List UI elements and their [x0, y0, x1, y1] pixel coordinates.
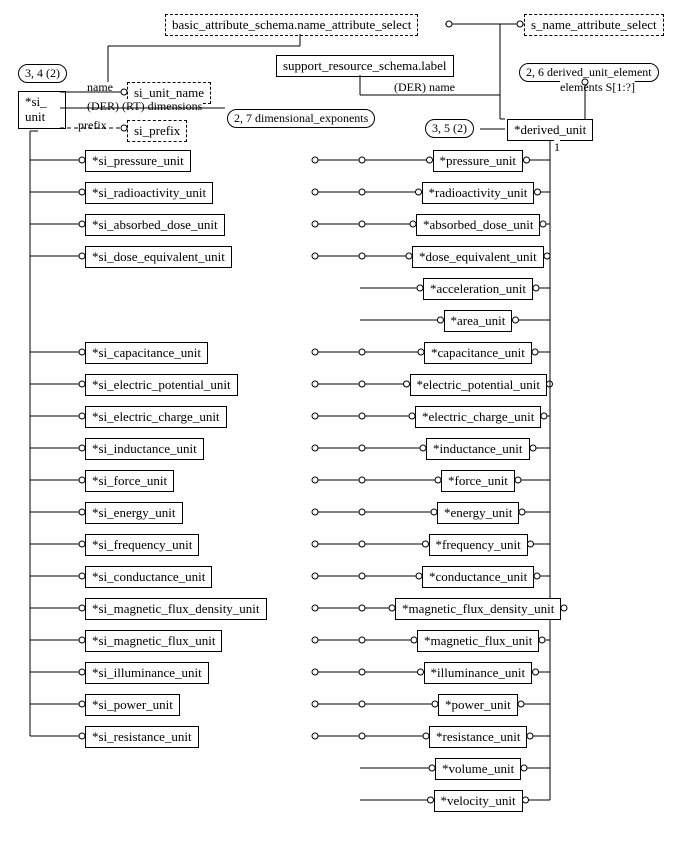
si-subtype: *si_electric_charge_unit — [85, 406, 227, 428]
si-subtype: *si_resistance_unit — [85, 726, 199, 748]
derived-subtype: *magnetic_flux_density_unit — [395, 598, 561, 620]
si-subtype: *si_dose_equivalent_unit — [85, 246, 232, 268]
derived-subtype: *force_unit — [441, 470, 515, 492]
derived-subtype: *electric_charge_unit — [415, 406, 541, 428]
si-subtype: *si_magnetic_flux_density_unit — [85, 598, 267, 620]
derived-subtype: *energy_unit — [437, 502, 519, 524]
si-subtype: *si_electric_potential_unit — [85, 374, 238, 396]
derived-subtype: *magnetic_flux_unit — [417, 630, 539, 652]
si-subtype: *si_power_unit — [85, 694, 180, 716]
derived-subtype: *conductance_unit — [422, 566, 534, 588]
derived-subtype: *absorbed_dose_unit — [416, 214, 540, 236]
derived-subtype: *illuminance_unit — [424, 662, 533, 684]
derived-subtype: *frequency_unit — [429, 534, 528, 556]
si-subtype: *si_inductance_unit — [85, 438, 204, 460]
derived-subtype: *resistance_unit — [429, 726, 527, 748]
si-subtype: *si_frequency_unit — [85, 534, 199, 556]
si-subtype: *si_force_unit — [85, 470, 174, 492]
derived-subtype: *dose_equivalent_unit — [412, 246, 544, 268]
derived-subtype: *capacitance_unit — [424, 342, 532, 364]
si-subtype: *si_absorbed_dose_unit — [85, 214, 225, 236]
derived-subtype: *radioactivity_unit — [422, 182, 535, 204]
derived-subtype: *power_unit — [438, 694, 518, 716]
derived-subtype: *pressure_unit — [433, 150, 524, 172]
si-subtype: *si_magnetic_flux_unit — [85, 630, 222, 652]
derived-subtype: *inductance_unit — [426, 438, 530, 460]
derived-subtype: *acceleration_unit — [423, 278, 533, 300]
derived-subtype: *velocity_unit — [434, 790, 523, 812]
si-subtype: *si_illuminance_unit — [85, 662, 209, 684]
derived-subtype: *electric_potential_unit — [410, 374, 547, 396]
si-subtype: *si_radioactivity_unit — [85, 182, 213, 204]
si-subtype: *si_pressure_unit — [85, 150, 191, 172]
si-subtype: *si_capacitance_unit — [85, 342, 208, 364]
si-subtype: *si_conductance_unit — [85, 566, 212, 588]
derived-subtype: *volume_unit — [435, 758, 521, 780]
si-subtype: *si_energy_unit — [85, 502, 183, 524]
derived-subtype: *area_unit — [444, 310, 513, 332]
